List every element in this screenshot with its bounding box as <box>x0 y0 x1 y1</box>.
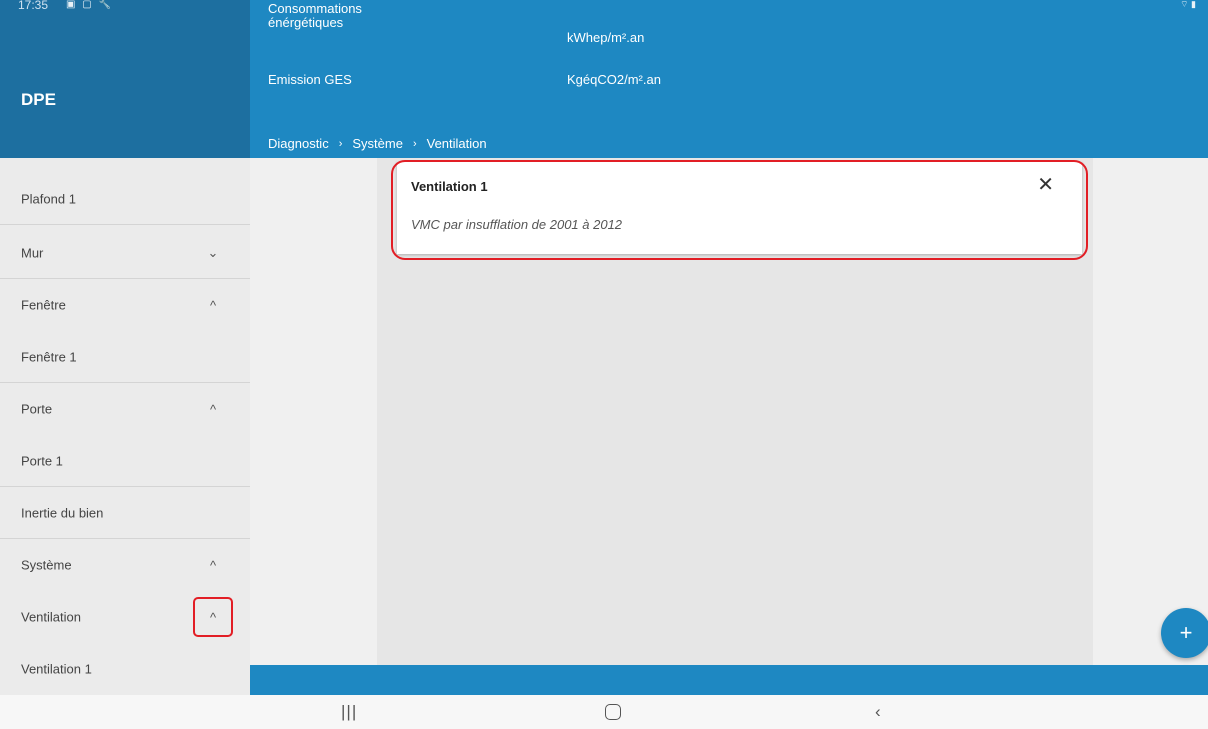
breadcrumb-chevron-icon: › <box>412 137 417 150</box>
sidebar-item-label: Porte <box>21 401 53 417</box>
consumption-unit: kWhep/m².an <box>567 30 645 45</box>
status-notification-icons: ▣ ▢ 🔧 <box>66 0 113 10</box>
sidebar-item-ventilation-1[interactable]: Ventilation 1 <box>0 643 250 695</box>
breadcrumb: Diagnostic › Système › Ventilation <box>268 136 487 151</box>
breadcrumb-chevron-icon: › <box>338 137 343 150</box>
sidebar-item-label: Fenêtre <box>21 297 66 313</box>
chevron-up-icon[interactable]: ^ <box>193 285 233 325</box>
sidebar-item-fenetre[interactable]: Fenêtre ^ <box>0 279 250 331</box>
sidebar-item-plafond-1[interactable]: Plafond 1 <box>0 173 250 225</box>
sidebar-item-fenetre-1[interactable]: Fenêtre 1 <box>0 331 250 383</box>
chevron-up-icon[interactable]: ^ <box>193 389 233 429</box>
sidebar-item-mur[interactable]: Mur ⌄ <box>0 227 250 279</box>
status-wifi-battery-icons: ⌔ ▮ <box>1180 0 1196 9</box>
ges-unit: KgéqCO2/m².an <box>567 72 661 87</box>
sidebar-item-label: Système <box>21 557 72 573</box>
sidebar-item-porte[interactable]: Porte ^ <box>0 383 250 435</box>
recent-apps-icon[interactable]: ||| <box>341 702 357 722</box>
home-icon[interactable] <box>605 704 621 720</box>
card-highlight-outline <box>391 160 1088 260</box>
sidebar: Plafond 1 Mur ⌄ Fenêtre ^ Fenêtre 1 Port… <box>0 158 250 695</box>
sidebar-item-ventilation[interactable]: Ventilation ^ <box>0 591 250 643</box>
sidebar-item-label: Fenêtre 1 <box>21 349 77 364</box>
plus-icon: + <box>1179 620 1193 645</box>
app-title: DPE <box>21 90 56 109</box>
app-header: DPE <box>0 0 250 158</box>
sidebar-item-label: Porte 1 <box>21 453 63 468</box>
sidebar-item-label: Mur <box>21 245 44 260</box>
energy-header: Consommations énérgétiques kWhep/m².an E… <box>250 0 1208 158</box>
breadcrumb-ventilation[interactable]: Ventilation <box>427 136 487 151</box>
status-bar: 17:35 ▣ ▢ 🔧 ⌔ ▮ <box>0 0 1208 12</box>
sidebar-item-label: Inertie du bien <box>21 505 104 520</box>
status-time: 17:35 <box>18 0 49 12</box>
sidebar-item-label: Ventilation <box>21 609 81 625</box>
breadcrumb-diagnostic[interactable]: Diagnostic <box>268 136 329 151</box>
breadcrumb-systeme[interactable]: Système <box>352 136 403 151</box>
chevron-up-icon[interactable]: ^ <box>193 545 233 585</box>
sidebar-item-porte-1[interactable]: Porte 1 <box>0 435 250 487</box>
system-nav-bar: ||| ‹ <box>0 695 1208 729</box>
back-icon[interactable]: ‹ <box>875 702 881 722</box>
sidebar-item-label: Ventilation 1 <box>21 661 92 677</box>
chevron-down-icon[interactable]: ⌄ <box>193 233 233 273</box>
ges-label: Emission GES <box>268 72 352 87</box>
sidebar-item-inertie-du-bien[interactable]: Inertie du bien <box>0 487 250 539</box>
sidebar-item-label: Plafond 1 <box>21 191 76 206</box>
sidebar-item-systeme[interactable]: Système ^ <box>0 539 250 591</box>
bottom-bar <box>250 665 1208 695</box>
chevron-up-icon[interactable]: ^ <box>193 597 233 637</box>
add-button[interactable]: + <box>1161 608 1208 658</box>
